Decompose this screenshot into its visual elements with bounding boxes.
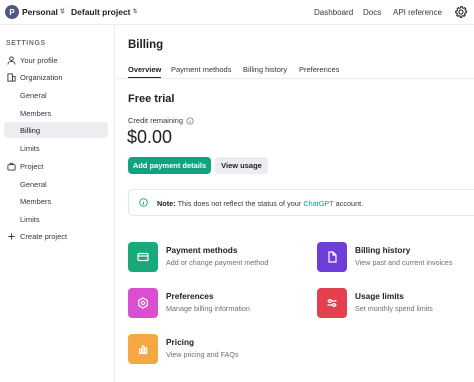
notice-bold: Note: — [157, 199, 176, 208]
nav-docs-link[interactable]: Docs — [363, 8, 381, 17]
card-title: Preferences — [166, 291, 214, 301]
notice-text: Note: This does not reflect the status o… — [157, 199, 363, 208]
notice-banner: Note: This does not reflect the status o… — [128, 189, 474, 216]
sidebar-item-your-profile[interactable]: Your profile — [4, 52, 108, 68]
card-subtitle: View past and current invoices — [355, 258, 453, 267]
tab-billing-history[interactable]: Billing history — [243, 65, 287, 74]
card-subtitle: Add or change payment method — [166, 258, 269, 267]
chatgpt-link[interactable]: ChatGPT — [303, 199, 333, 208]
breadcrumb-separator: / — [62, 6, 65, 16]
tab-preferences[interactable]: Preferences — [299, 65, 339, 74]
card-title: Billing history — [355, 245, 411, 255]
sidebar-item-label: Members — [20, 196, 52, 206]
sidebar-heading: SETTINGS — [6, 40, 46, 47]
building-icon — [7, 72, 16, 82]
sidebar-item-project-limits[interactable]: Limits — [4, 211, 108, 227]
card-payment-methods[interactable]: Payment methods Add or change payment me… — [128, 242, 298, 276]
credit-card-icon — [128, 242, 158, 272]
person-icon — [7, 55, 16, 65]
chevron-updown-icon: ⇅ — [132, 9, 138, 15]
chart-icon — [128, 334, 158, 364]
tabs-divider — [116, 78, 474, 79]
sidebar-item-label: Organization — [20, 72, 63, 82]
plus-icon — [8, 232, 15, 240]
avatar[interactable]: P — [5, 5, 19, 19]
gear-icon[interactable] — [454, 5, 468, 19]
top-bar: P Personal ⇅ / Default project ⇅ Dashboa… — [0, 0, 474, 25]
sidebar-item-label: Limits — [20, 214, 40, 224]
credit-label-text: Credit remaining — [128, 116, 184, 125]
credit-value: $0.00 — [127, 127, 173, 147]
sidebar-item-label: Project — [20, 161, 44, 171]
card-title: Usage limits — [355, 291, 404, 301]
sidebar-item-project-members[interactable]: Members — [4, 193, 108, 209]
project-switcher[interactable]: Default project ⇅ — [71, 7, 138, 17]
sidebar-item-label: Create project — [20, 231, 68, 241]
sidebar: SETTINGS Your profile Organization Gener… — [0, 25, 115, 382]
info-icon[interactable] — [186, 116, 194, 125]
view-usage-button[interactable]: View usage — [215, 157, 268, 174]
sidebar-item-label: Members — [20, 108, 52, 118]
sidebar-item-organization[interactable]: Organization — [4, 69, 108, 85]
sidebar-item-project-general[interactable]: General — [4, 176, 108, 192]
sidebar-item-label: General — [20, 179, 47, 189]
card-subtitle: View pricing and FAQs — [166, 350, 239, 359]
settings-icon — [128, 288, 158, 318]
card-title: Payment methods — [166, 245, 238, 255]
nav-api-reference-link[interactable]: API reference — [393, 8, 442, 17]
tab-overview[interactable]: Overview — [128, 65, 161, 74]
document-icon — [317, 242, 347, 272]
sidebar-item-org-general[interactable]: General — [4, 87, 108, 103]
briefcase-icon — [7, 162, 16, 171]
sidebar-item-label: Billing — [20, 125, 41, 135]
info-icon — [139, 198, 148, 207]
credit-remaining-label: Credit remaining — [128, 116, 194, 125]
sidebar-item-create-project[interactable]: Create project — [4, 228, 108, 244]
org-switcher[interactable]: Personal ⇅ — [22, 7, 65, 17]
section-title: Free trial — [128, 93, 175, 105]
card-usage-limits[interactable]: Usage limits Set monthly spend limits — [317, 288, 474, 322]
sidebar-item-org-members[interactable]: Members — [4, 105, 108, 121]
notice-body: This does not reflect the status of your — [177, 199, 302, 208]
add-payment-details-button[interactable]: Add payment details — [128, 157, 211, 174]
sidebar-item-project[interactable]: Project — [4, 158, 108, 174]
card-subtitle: Set monthly spend limits — [355, 304, 433, 313]
page-title: Billing — [128, 39, 164, 51]
card-subtitle: Manage billing information — [166, 304, 250, 313]
notice-tail: account. — [335, 199, 364, 208]
sidebar-item-billing[interactable]: Billing — [4, 122, 108, 138]
card-pricing[interactable]: Pricing View pricing and FAQs — [128, 334, 298, 368]
org-name: Personal — [22, 7, 58, 17]
card-billing-history[interactable]: Billing history View past and current in… — [317, 242, 474, 276]
sidebar-item-label: Limits — [20, 143, 40, 153]
sidebar-item-label: General — [20, 90, 47, 100]
sliders-icon — [317, 288, 347, 318]
project-name: Default project — [71, 7, 131, 17]
card-preferences[interactable]: Preferences Manage billing information — [128, 288, 298, 322]
tab-payment-methods[interactable]: Payment methods — [171, 65, 231, 74]
sidebar-item-label: Your profile — [20, 55, 58, 65]
sidebar-item-org-limits[interactable]: Limits — [4, 140, 108, 156]
card-title: Pricing — [166, 337, 195, 347]
nav-dashboard-link[interactable]: Dashboard — [314, 8, 353, 17]
